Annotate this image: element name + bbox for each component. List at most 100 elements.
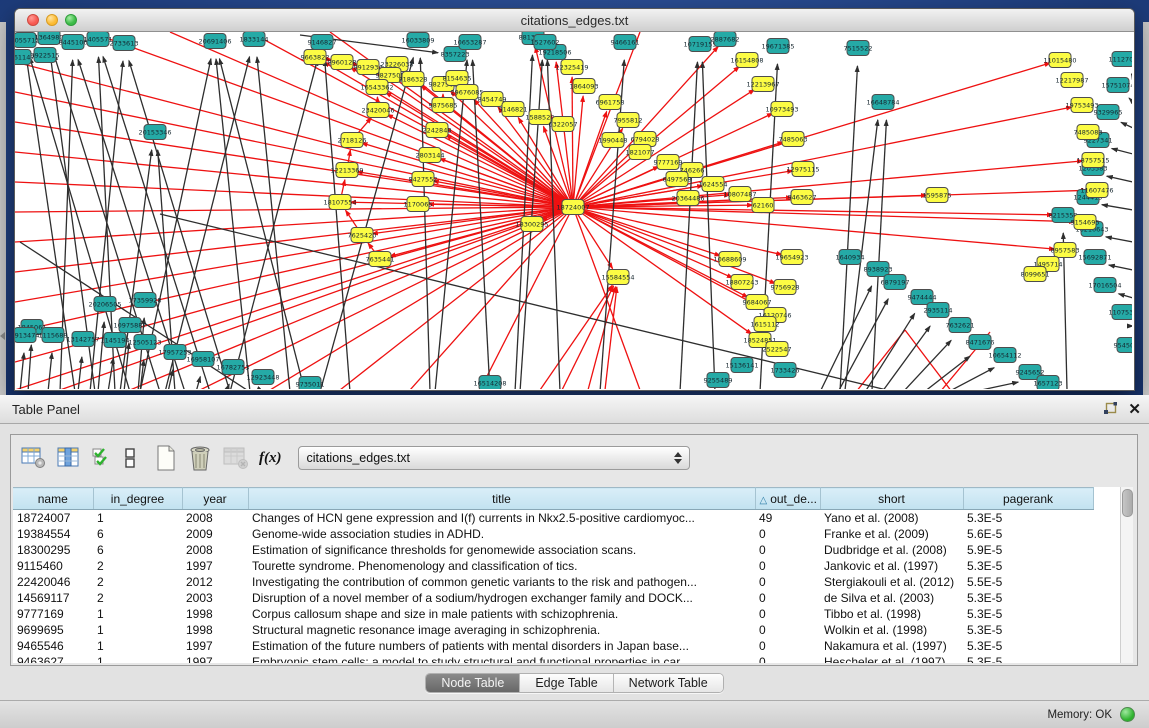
float-panel-icon[interactable] <box>1103 402 1118 416</box>
column-header-title[interactable]: title <box>248 488 755 510</box>
table-cell[interactable]: 5.3E-5 <box>963 510 1093 527</box>
table-cell[interactable]: 1 <box>93 510 182 527</box>
graph-node[interactable]: 9146827 <box>308 35 337 50</box>
table-cell[interactable]: 14569117 <box>13 590 93 606</box>
graph-node[interactable]: 6497568 <box>663 172 692 187</box>
table-cell[interactable]: 2 <box>93 558 182 574</box>
table-cell[interactable]: 5.3E-5 <box>963 606 1093 622</box>
graph-node[interactable]: 12217987 <box>1055 73 1088 88</box>
graph-node[interactable]: 10688609 <box>713 252 746 267</box>
table-cell[interactable]: 1997 <box>182 638 248 654</box>
graph-node[interactable]: 9756928 <box>771 280 800 295</box>
graph-node[interactable]: 1145194 <box>101 333 130 348</box>
table-cell[interactable]: 1 <box>93 654 182 663</box>
graph-node[interactable]: 1657123 <box>1034 376 1063 390</box>
graph-node[interactable]: 1115688 <box>39 328 68 343</box>
table-cell[interactable]: 9699695 <box>13 622 93 638</box>
graph-node[interactable]: 2242848 <box>423 123 452 138</box>
column-header-year[interactable]: year <box>182 488 248 510</box>
show-columns-icon[interactable] <box>57 443 81 473</box>
table-cell[interactable]: 5.6E-5 <box>963 526 1093 542</box>
graph-node[interactable]: 9735011 <box>296 377 325 390</box>
table-row[interactable]: 911546021997Tourette syndrome. Phenomeno… <box>13 558 1093 574</box>
graph-node[interactable]: 1733426 <box>771 363 800 378</box>
table-cell[interactable]: 5.3E-5 <box>963 654 1093 663</box>
graph-node[interactable]: 1107533 <box>1109 305 1132 320</box>
node-table[interactable]: namein_degreeyeartitle△out_de...shortpag… <box>13 487 1121 663</box>
table-cell[interactable]: Estimation of the future numbers of pati… <box>248 638 755 654</box>
graph-node[interactable]: 2887682 <box>711 32 740 47</box>
graph-node[interactable]: 1990448 <box>599 133 628 148</box>
table-cell[interactable]: 2 <box>93 574 182 590</box>
graph-node[interactable]: 8154635 <box>443 71 472 86</box>
table-cell[interactable]: 0 <box>755 590 820 606</box>
scrollbar-thumb[interactable] <box>1122 489 1133 517</box>
graph-node[interactable]: 8471676 <box>966 335 995 350</box>
graph-node[interactable]: 2803144 <box>416 148 445 163</box>
graph-node[interactable]: 16154808 <box>730 53 763 68</box>
table-cell[interactable]: 1 <box>93 622 182 638</box>
table-cell[interactable]: Changes of HCN gene expression and I(f) … <box>248 510 755 527</box>
graph-node[interactable]: 9466161 <box>611 35 640 50</box>
graph-node[interactable]: 7485063 <box>779 132 808 147</box>
graph-node[interactable]: 1112704 <box>1109 52 1132 67</box>
table-cell[interactable]: 5.9E-5 <box>963 542 1093 558</box>
table-cell[interactable]: 1998 <box>182 606 248 622</box>
table-cell[interactable]: Tibbo et al. (1998) <box>820 606 963 622</box>
table-cell[interactable]: 5.3E-5 <box>963 590 1093 606</box>
table-cell[interactable]: Yano et al. (2008) <box>820 510 963 527</box>
graph-node[interactable]: 15692871 <box>1078 250 1111 265</box>
graph-node[interactable]: 7632621 <box>946 318 975 333</box>
table-row[interactable]: 977716911998Corpus callosum shape and si… <box>13 606 1093 622</box>
table-row[interactable]: 1456911722003Disruption of a novel membe… <box>13 590 1093 606</box>
table-cell[interactable]: Tourette syndrome. Phenomenology and cla… <box>248 558 755 574</box>
graph-node[interactable]: 2935114 <box>924 303 953 318</box>
table-settings-icon[interactable] <box>21 443 47 473</box>
table-cell[interactable]: 9465546 <box>13 638 93 654</box>
graph-node[interactable]: 1595875 <box>923 188 952 203</box>
graph-node[interactable]: 9146821 <box>499 102 528 117</box>
table-cell[interactable]: Investigating the contribution of common… <box>248 574 755 590</box>
graph-node[interactable]: 6322057 <box>549 117 578 132</box>
table-row[interactable]: 1872400712008Changes of HCN gene express… <box>13 510 1093 527</box>
table-cell[interactable]: 1997 <box>182 558 248 574</box>
graph-node[interactable]: 6879197 <box>881 275 910 290</box>
table-cell[interactable]: Stergiakouli et al. (2012) <box>820 574 963 590</box>
control-panel-collapse-arrow[interactable] <box>0 332 5 340</box>
table-cell[interactable]: 0 <box>755 638 820 654</box>
graph-node[interactable]: 7635441 <box>366 252 395 267</box>
graph-node[interactable]: 17016504 <box>1088 278 1121 293</box>
table-row[interactable]: 946554611997Estimation of the future num… <box>13 638 1093 654</box>
graph-node[interactable]: 12325419 <box>555 60 588 75</box>
graph-node[interactable]: 16648784 <box>866 95 899 110</box>
graph-node[interactable]: 1405571 <box>84 32 113 47</box>
graph-node[interactable]: 1640934 <box>836 250 865 265</box>
table-cell[interactable]: 2012 <box>182 574 248 590</box>
table-cell[interactable]: 2009 <box>182 526 248 542</box>
graph-node[interactable]: 2718126 <box>338 133 367 148</box>
graph-node[interactable]: 19654923 <box>775 250 808 265</box>
function-builder-icon[interactable]: f(x) <box>259 443 282 473</box>
table-cell[interactable]: 2008 <box>182 542 248 558</box>
graph-node[interactable]: 8427552 <box>409 172 438 187</box>
table-cell[interactable]: 2008 <box>182 510 248 527</box>
graph-node[interactable]: 2522547 <box>763 342 792 357</box>
table-cell[interactable]: 18300295 <box>13 542 93 558</box>
table-row[interactable]: 969969511998Structural magnetic resonanc… <box>13 622 1093 638</box>
table-cell[interactable]: 0 <box>755 654 820 663</box>
graph-node[interactable]: 7515522 <box>844 41 873 56</box>
graph-node[interactable]: 8960128 <box>328 55 357 70</box>
graph-node[interactable]: 15584554 <box>601 270 634 285</box>
table-cell[interactable]: Nakamura et al. (1997) <box>820 638 963 654</box>
table-row[interactable]: 1938455462009Genome-wide association stu… <box>13 526 1093 542</box>
graph-node[interactable]: 12213967 <box>746 77 779 92</box>
table-cell[interactable]: 9777169 <box>13 606 93 622</box>
table-cell[interactable]: 0 <box>755 526 820 542</box>
table-cell[interactable]: 2003 <box>182 590 248 606</box>
table-cell[interactable]: 9115460 <box>13 558 93 574</box>
graph-node[interactable]: 1527602 <box>531 35 560 50</box>
table-cell[interactable]: 1 <box>93 638 182 654</box>
graph-node[interactable]: 15751074 <box>1101 78 1132 93</box>
graph-node[interactable]: 9777169 <box>654 155 683 170</box>
table-cell[interactable]: 22420046 <box>13 574 93 590</box>
